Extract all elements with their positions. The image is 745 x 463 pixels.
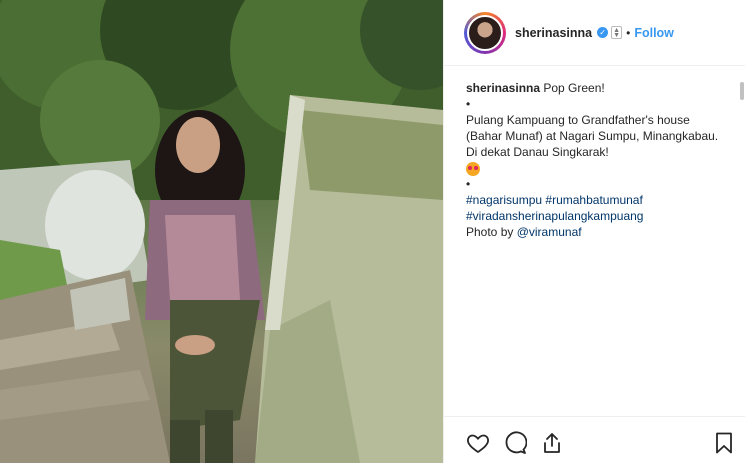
- photo-illustration: [0, 0, 443, 463]
- story-ring[interactable]: [464, 11, 506, 54]
- header-username[interactable]: sherinasinna: [515, 26, 592, 40]
- heart-icon[interactable]: [466, 431, 490, 455]
- verified-badge-icon: ✓: [597, 27, 609, 38]
- caption-bullet-1: •: [466, 97, 471, 111]
- sort-arrows-icon: ▲ ▼: [611, 26, 623, 39]
- hashtag-link[interactable]: #rumahbatumunaf: [545, 193, 642, 207]
- separator-dot: •: [626, 25, 631, 40]
- post-side-panel: sherinasinna ✓ ▲ ▼ • Follow sherinasinna …: [443, 0, 745, 463]
- caption-username[interactable]: sherinasinna: [466, 81, 540, 95]
- post-caption: sherinasinna Pop Green! • Pulang Kampuan…: [466, 80, 726, 240]
- action-bar: [444, 416, 745, 463]
- caption-title: Pop Green!: [540, 81, 605, 95]
- caption-first-line: sherinasinna Pop Green!: [466, 80, 726, 96]
- photo-credit: Photo by @viramunaf: [466, 224, 726, 240]
- mention-link[interactable]: @viramunaf: [517, 225, 582, 239]
- post-photo[interactable]: [0, 0, 443, 463]
- follow-button[interactable]: Follow: [634, 26, 674, 40]
- hashtag-link[interactable]: #viradansherinapulangkampuang: [466, 209, 643, 223]
- photo-credit-label: Photo by: [466, 225, 517, 239]
- share-icon[interactable]: [540, 431, 564, 455]
- caption-body: Pulang Kampuang to Grandfather's house (…: [466, 113, 719, 159]
- hashtag-link[interactable]: #nagarisumpu: [466, 193, 542, 207]
- caption-hashtags-line: #nagarisumpu #rumahbatumunaf: [466, 192, 726, 208]
- caption-emoji-line: [466, 160, 726, 176]
- caption-bullet-2: •: [466, 177, 471, 191]
- comment-icon[interactable]: [503, 431, 527, 455]
- post-header: sherinasinna ✓ ▲ ▼ • Follow: [444, 0, 745, 66]
- bookmark-icon[interactable]: [712, 431, 736, 455]
- caption-scrollbar[interactable]: [740, 82, 744, 100]
- avatar[interactable]: [467, 14, 503, 51]
- heart-eyes-emoji-icon: [466, 161, 480, 176]
- caption-hashtag-line-2: #viradansherinapulangkampuang: [466, 208, 726, 224]
